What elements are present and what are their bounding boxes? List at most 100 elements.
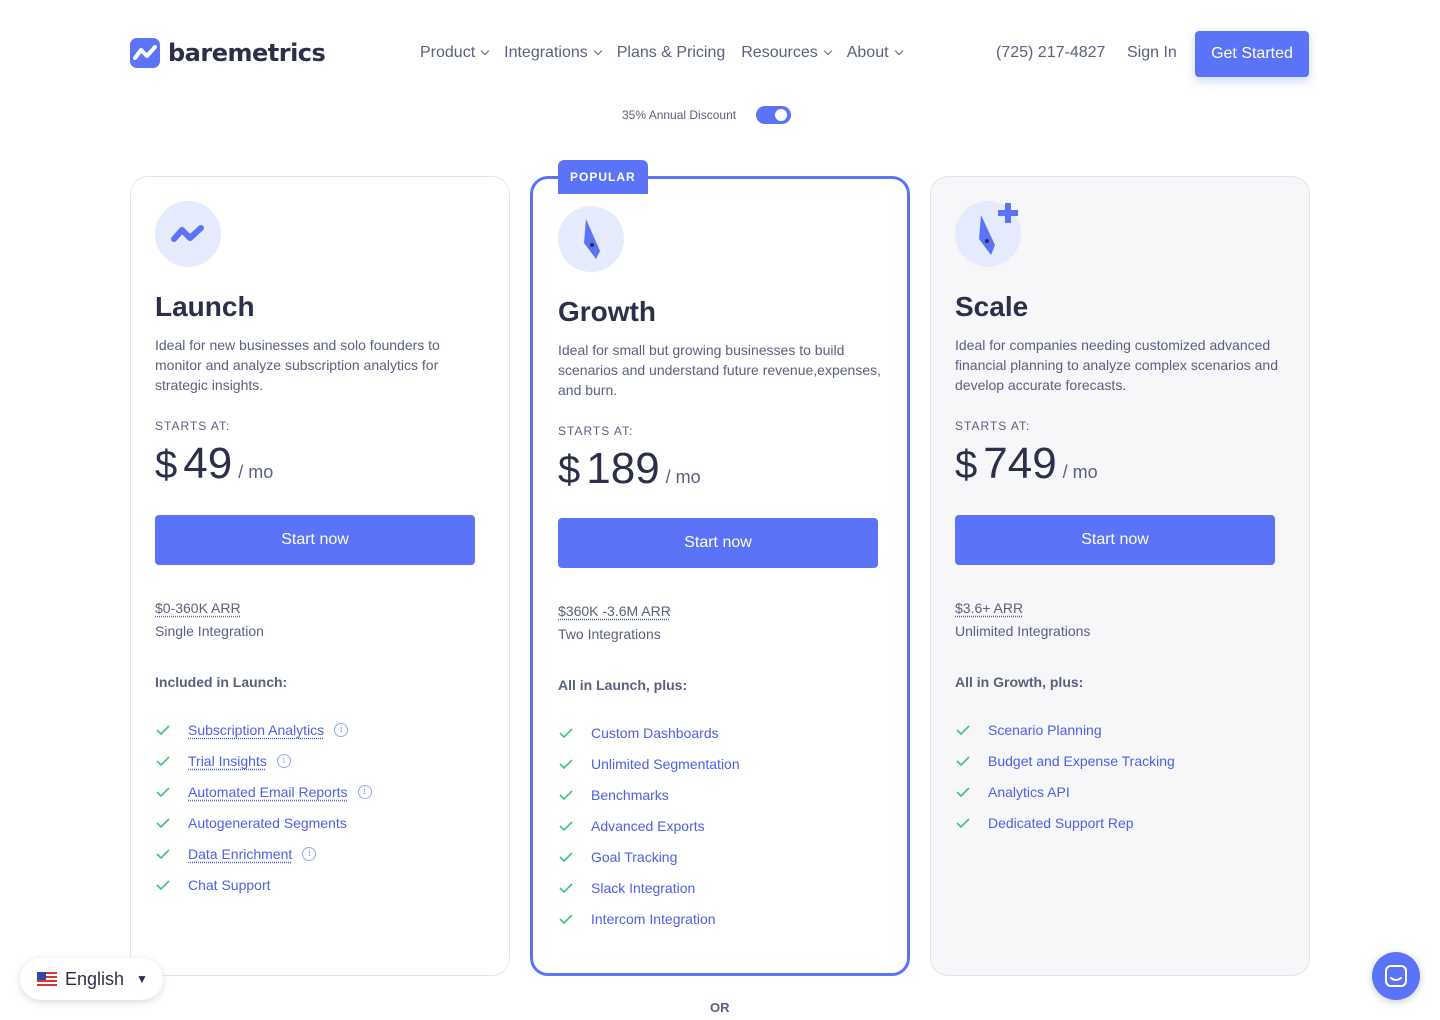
feature-item: Custom Dashboards [558,717,740,748]
chevron-down-icon [894,46,903,56]
arr-range[interactable]: $3.6+ ARR [955,600,1023,616]
feature-list: Subscription Analytics i Trial Insights … [155,714,372,900]
baremetrics-wave-icon [171,225,204,242]
included-heading: All in Launch, plus: [558,677,688,693]
feature-label: Analytics API [988,783,1070,800]
sign-in-link[interactable]: Sign In [1127,44,1177,62]
chat-launcher-button[interactable] [1372,952,1420,1000]
logo[interactable]: baremetrics [130,38,326,68]
language-selector[interactable]: English ▼ [20,958,163,1000]
feature-link[interactable]: Automated Email Reports [188,784,348,800]
info-icon[interactable]: i [302,846,317,861]
feature-link[interactable]: Data Enrichment [188,846,292,862]
price-period: / mo [665,467,701,487]
check-icon [956,724,970,735]
feature-list: Custom Dashboards Unlimited Segmentation… [558,717,740,934]
info-icon[interactable]: i [357,784,372,799]
toggle-knob [775,109,788,121]
feature-item: Data Enrichment i [155,838,372,869]
feature-item: Analytics API [955,776,1175,807]
get-started-button[interactable]: Get Started [1195,31,1309,77]
baremetrics-logo-icon [130,38,160,68]
price-value: 49 [183,439,233,488]
info-icon[interactable]: i [276,753,291,768]
plan-card-scale: Scale Ideal for companies needing custom… [930,176,1310,976]
nav-integrations[interactable]: Integrations [504,44,602,62]
nav-label: Plans & Pricing [616,44,726,61]
price-period: / mo [238,462,274,482]
annual-discount-row: 35% Annual Discount [622,106,792,124]
language-label: English [65,968,125,989]
feature-item: Intercom Integration [558,903,740,934]
feature-item: Dedicated Support Rep [955,807,1175,838]
compass-needle-icon [584,219,600,259]
feature-label: Benchmarks [591,786,669,803]
check-icon [956,817,970,828]
feature-item: Chat Support [155,869,372,900]
nav-product[interactable]: Product [420,44,490,62]
feature-label: Goal Tracking [591,848,678,865]
check-icon [559,727,573,738]
price-period: / mo [1062,462,1098,482]
integrations-count: Single Integration [155,623,264,639]
feature-link[interactable]: Subscription Analytics [188,722,324,738]
plan-name: Growth [558,296,656,327]
feature-label: Unlimited Segmentation [591,755,740,772]
feature-item: Automated Email Reports i [155,776,372,807]
arr-range[interactable]: $0-360K ARR [155,600,241,616]
plan-card-growth: POPULAR Growth Ideal for small but growi… [530,160,910,976]
starts-at-label: STARTS AT: [955,419,1031,433]
feature-item: Slack Integration [558,872,740,903]
feature-link[interactable]: Trial Insights [188,753,267,769]
or-divider: OR [710,1000,730,1015]
feature-item: Benchmarks [558,779,740,810]
compass-plus-icon [979,203,1018,255]
check-icon [559,789,573,800]
nav-resources[interactable]: Resources [741,44,832,62]
feature-label: Custom Dashboards [591,724,719,741]
start-now-button[interactable]: Start now [155,515,475,565]
nav-label: Integrations [504,44,588,61]
main-nav: Product Integrations Plans & Pricing Res… [420,44,903,62]
nav-plans-pricing[interactable]: Plans & Pricing [617,44,726,62]
check-icon [156,848,170,859]
info-icon[interactable]: i [334,722,349,737]
check-icon [559,851,573,862]
integrations-count: Two Integrations [558,626,661,642]
feature-item: Subscription Analytics i [155,714,372,745]
check-icon [956,786,970,797]
popular-badge: POPULAR [558,160,648,194]
starts-at-label: STARTS AT: [558,424,634,438]
chat-icon [1385,965,1407,987]
annual-discount-toggle[interactable] [756,106,792,124]
start-now-button[interactable]: Start now [955,515,1275,565]
feature-item: Scenario Planning [955,714,1175,745]
chevron-down-icon [593,46,602,56]
plan-description: Ideal for small but growing businesses t… [558,342,881,398]
check-icon [956,755,970,766]
price-value: 749 [983,439,1057,488]
us-flag-icon [37,972,57,986]
included-heading: All in Growth, plus: [955,674,1084,690]
feature-label: Autogenerated Segments [188,814,347,831]
included-heading: Included in Launch: [155,674,288,690]
feature-item: Autogenerated Segments [155,807,372,838]
plan-description: Ideal for companies needing customized a… [955,337,1278,393]
feature-label: Intercom Integration [591,910,716,927]
feature-item: Goal Tracking [558,841,740,872]
nav-about[interactable]: About [846,44,903,62]
feature-list: Scenario Planning Budget and Expense Tra… [955,714,1175,838]
caret-down-icon: ▼ [136,972,148,986]
plan-name: Scale [955,291,1029,322]
check-icon [559,913,573,924]
nav-label: About [846,44,889,61]
phone-link[interactable]: (725) 217-4827 [996,44,1105,62]
feature-item: Trial Insights i [155,745,372,776]
start-now-button[interactable]: Start now [558,518,878,568]
check-icon [559,758,573,769]
feature-label: Budget and Expense Tracking [988,752,1175,769]
arr-range[interactable]: $360K -3.6M ARR [558,603,671,619]
feature-label: Slack Integration [591,879,696,896]
plan-price: $ 749 / mo [955,439,1098,489]
site-header: baremetrics Product Integrations Plans &… [0,0,1440,100]
